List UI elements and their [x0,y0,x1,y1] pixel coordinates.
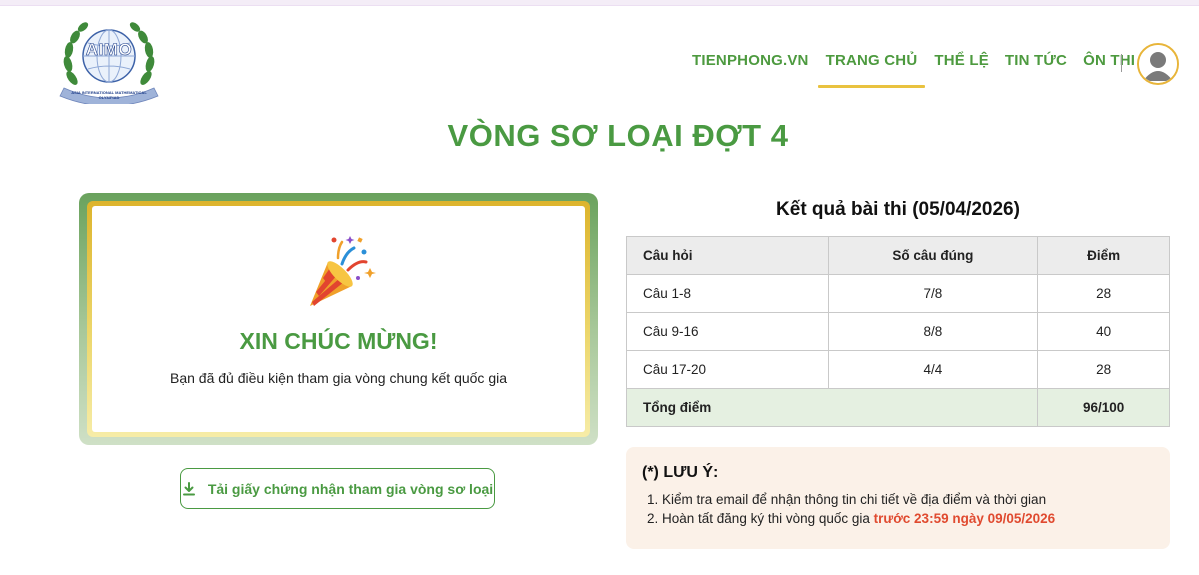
row-correct: 7/8 [827,274,1039,313]
total-label: Tổng điểm [625,388,1039,427]
header-correct: Số câu đúng [827,236,1039,275]
row-correct: 4/4 [827,350,1039,389]
logo-text: AIMO [85,40,133,60]
logo-ribbon-text: ASIA INTERNATIONAL MATHEMATICAL OLYMPIAD [71,90,147,100]
table-header-row: Câu hỏi Số câu đúng Điểm [626,236,1170,275]
user-icon [1139,45,1177,83]
row-correct: 8/8 [827,312,1039,351]
table-row: Câu 1-8 7/8 28 [626,274,1170,313]
header-score: Điểm [1037,236,1170,275]
note-box: (*) LƯU Ý: 1. Kiểm tra email để nhận thô… [626,447,1170,549]
results-title: Kết quả bài thi (05/04/2026) [776,199,1020,220]
deadline-text: trước 23:59 ngày 09/05/2026 [873,511,1056,526]
note-item: 1. Kiểm tra email để nhận thông tin chi … [647,492,1047,507]
download-certificate-label: Tải giấy chứng nhận tham gia vòng sơ loạ… [207,480,494,497]
row-question: Câu 1-8 [626,274,829,313]
aimo-logo[interactable]: AIMO ASIA INTERNATIONAL MATHEMATICAL OLY… [58,16,160,107]
results-table: Câu hỏi Số câu đúng Điểm Câu 1-8 7/8 28 … [625,236,1170,427]
nav-the-le[interactable]: THỂ LỆ [934,52,989,88]
nav-on-thi[interactable]: ÔN THI [1083,52,1135,88]
congrats-title: XIN CHÚC MỪNG! [239,328,438,354]
table-row: Câu 9-16 8/8 40 [626,312,1170,351]
main-nav: TIENPHONG.VN TRANG CHỦ THỂ LỆ TIN TỨC ÔN… [692,52,1135,92]
header-question: Câu hỏi [626,236,829,275]
total-row: Tổng điểm 96/100 [625,388,1170,427]
table-row: Câu 17-20 4/4 28 [626,350,1170,389]
congrats-message: Bạn đã đủ điều kiện tham gia vòng chung … [169,370,508,386]
congrats-card-body: XIN CHÚC MỪNG! Bạn đã đủ điều kiện tham … [92,206,585,432]
note-title: (*) LƯU Ý: [642,464,719,481]
user-avatar[interactable] [1137,43,1179,85]
congrats-card-border: XIN CHÚC MỪNG! Bạn đã đủ điều kiện tham … [87,201,590,437]
row-score: 28 [1037,274,1170,313]
row-question: Câu 9-16 [626,312,829,351]
note-list: 1. Kiểm tra email để nhận thông tin chi … [642,492,1154,526]
download-certificate-button[interactable]: Tải giấy chứng nhận tham gia vòng sơ loạ… [180,468,495,509]
nav-tienphong[interactable]: TIENPHONG.VN [692,52,809,88]
row-score: 28 [1037,350,1170,389]
page-title: VÒNG SƠ LOẠI ĐỢT 4 [447,118,789,153]
row-question: Câu 17-20 [626,350,829,389]
top-border [0,0,1199,6]
note-item-text: 2. Hoàn tất đăng ký thi vòng quốc gia [647,511,870,526]
nav-trang-chu[interactable]: TRANG CHỦ [817,52,926,88]
row-score: 40 [1037,312,1170,351]
nav-tin-tuc[interactable]: TIN TỨC [1005,52,1067,88]
download-icon [182,481,195,495]
congrats-card: XIN CHÚC MỪNG! Bạn đã đủ điều kiện tham … [79,193,598,445]
total-value: 96/100 [1037,388,1170,427]
note-item: 2. Hoàn tất đăng ký thi vòng quốc gia tr… [647,511,1154,526]
party-popper-icon [310,236,376,306]
nav-divider [1121,54,1122,72]
